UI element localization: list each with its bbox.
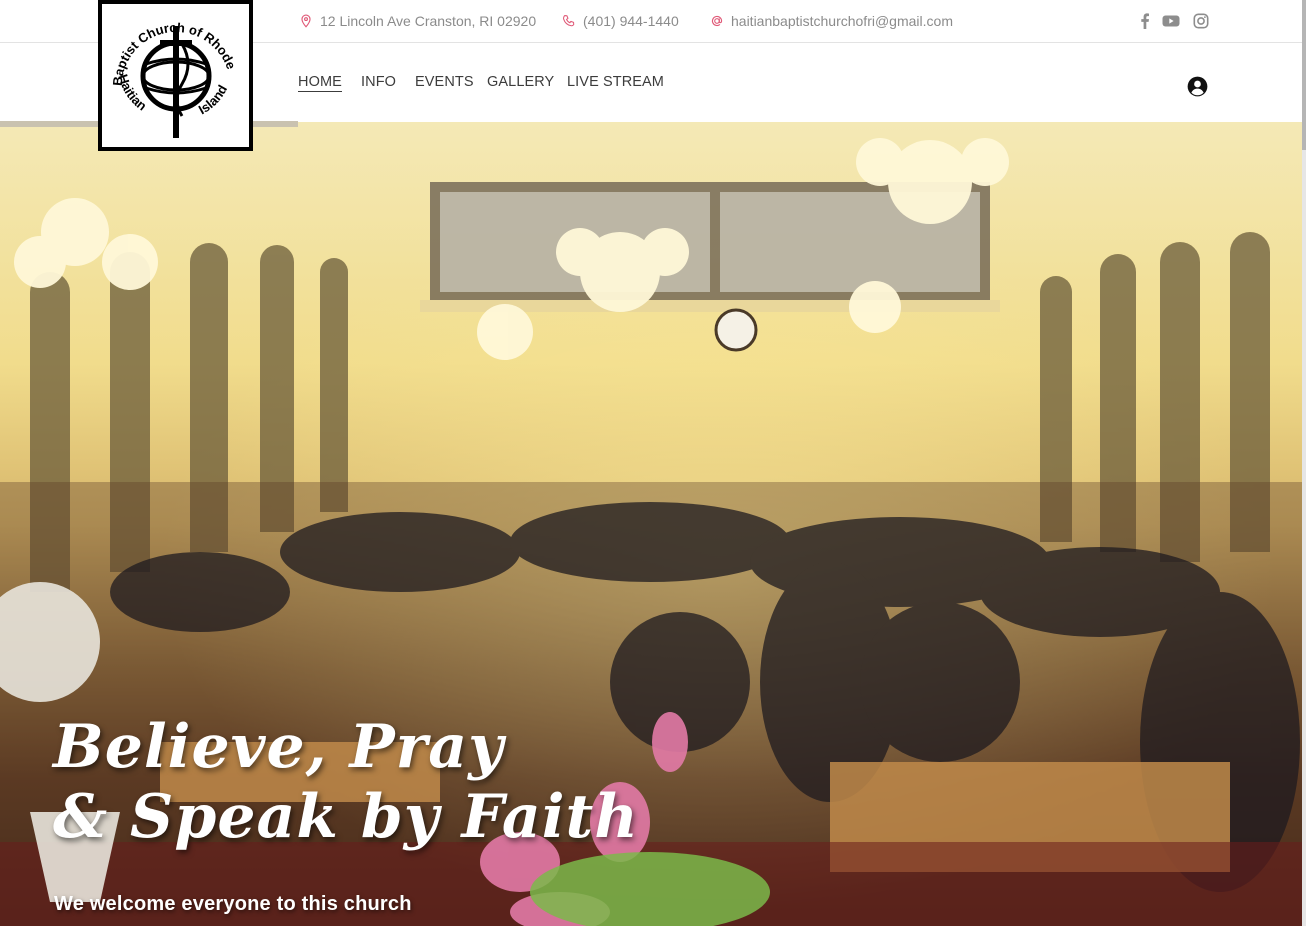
hero-title: Believe, Pray & Speak by Faith bbox=[53, 712, 639, 852]
at-sign-icon bbox=[711, 15, 723, 27]
map-pin-icon bbox=[301, 14, 311, 28]
instagram-icon[interactable] bbox=[1193, 13, 1209, 29]
user-circle-icon[interactable] bbox=[1187, 76, 1208, 97]
email-contact[interactable]: haitianbaptistchurchofri@gmail.com bbox=[710, 12, 953, 30]
church-logo-emblem: Baptist Church of Rhode Haitian Island bbox=[110, 20, 239, 138]
hero-banner: Believe, Pray & Speak by Faith We welcom… bbox=[0, 122, 1306, 926]
phone-text[interactable]: (401) 944-1440 bbox=[583, 13, 679, 29]
page-scrollbar[interactable] bbox=[1302, 0, 1306, 926]
address-contact: 12 Lincoln Ave Cranston, RI 02920 bbox=[299, 12, 536, 30]
phone-icon bbox=[563, 15, 575, 27]
nav-item-events[interactable]: EVENTS bbox=[415, 74, 474, 90]
youtube-icon[interactable] bbox=[1162, 13, 1180, 29]
nav-item-gallery[interactable]: GALLERY bbox=[487, 74, 554, 90]
hero-title-line-1: Believe, Pray bbox=[53, 712, 504, 782]
phone-contact[interactable]: (401) 944-1440 bbox=[562, 12, 679, 30]
facebook-icon[interactable] bbox=[1137, 13, 1153, 29]
hero-subtitle: We welcome everyone to this church bbox=[54, 893, 412, 915]
email-text[interactable]: haitianbaptistchurchofri@gmail.com bbox=[731, 13, 953, 29]
nav-item-info[interactable]: INFO bbox=[361, 74, 396, 90]
address-text: 12 Lincoln Ave Cranston, RI 02920 bbox=[320, 13, 537, 29]
church-logo[interactable]: Baptist Church of Rhode Haitian Island bbox=[98, 0, 253, 151]
hero-title-line-2: & Speak by Faith bbox=[53, 782, 639, 852]
nav-item-home[interactable]: HOME bbox=[298, 74, 342, 92]
nav-item-live-stream[interactable]: LIVE STREAM bbox=[567, 74, 664, 90]
